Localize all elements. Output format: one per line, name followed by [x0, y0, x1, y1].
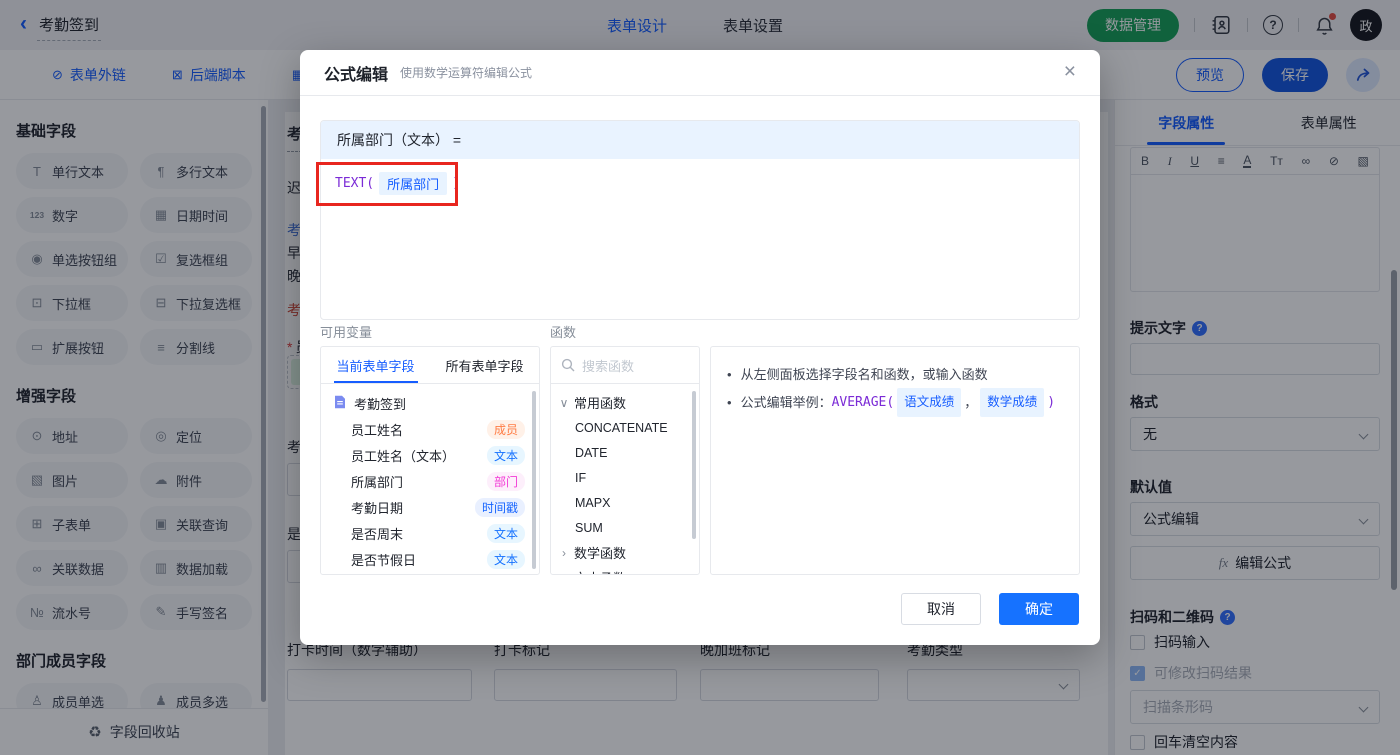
function-item[interactable]: CONCATENATE — [551, 415, 699, 440]
chevron-right-icon: › — [562, 545, 566, 560]
function-group-label: 文本函数 — [574, 568, 626, 574]
variable-type-badge: 时间戳 — [474, 497, 525, 517]
variable-type-badge: 成员 — [486, 419, 525, 439]
tab-all-form-fields[interactable]: 所有表单字段 — [430, 347, 539, 383]
variable-type-badge: 部门 — [486, 471, 525, 491]
function-group[interactable]: ∨ 常用函数 — [551, 390, 699, 415]
example-function-close: ) — [1047, 395, 1056, 410]
function-item[interactable]: SUM — [551, 515, 699, 540]
formula-expression[interactable]: TEXT( 所属部门 ) — [321, 159, 1079, 208]
search-placeholder: 搜索函数 — [582, 358, 635, 374]
variable-name: 考勤日期 — [351, 500, 404, 516]
variable-name: 所属部门 — [351, 474, 404, 490]
dialog-subtitle: 使用数学运算符编辑公式 — [400, 66, 533, 80]
tip-item: • 从左侧面板选择字段名和函数，或输入函数 — [727, 361, 1063, 388]
formula-target-row: 所属部门（文本） = — [321, 121, 1079, 159]
form-node-label: 考勤签到 — [354, 396, 407, 412]
form-node[interactable]: 考勤签到 — [321, 390, 539, 416]
variable-type-badge: 文本 — [486, 523, 525, 543]
example-field-chip: 语文成绩 — [897, 388, 962, 417]
variable-row[interactable]: 员工姓名（文本） 文本 — [321, 442, 539, 468]
chevron-right-icon: › — [559, 571, 569, 575]
variable-name: 员工姓名（文本） — [351, 448, 456, 464]
app-window: ‹ 考勤签到 表单设计 表单设置 数据管理 ? 政 ⊘ 表单外链 ⊠ 后端脚本 … — [0, 0, 1400, 755]
formula-editor-box[interactable]: 所属部门（文本） = TEXT( 所属部门 ) — [320, 120, 1080, 320]
variables-label: 可用变量 — [320, 325, 373, 340]
function-group[interactable]: › 数学函数 — [551, 540, 699, 565]
chevron-down-icon: ∨ — [559, 395, 569, 410]
dialog-header: 公式编辑 使用数学运算符编辑公式 — [300, 50, 1100, 96]
variable-name: 员工姓名 — [351, 422, 404, 438]
formula-editor-dialog: 公式编辑 使用数学运算符编辑公式 × 所属部门（文本） = TEXT( 所属部门… — [300, 50, 1100, 645]
field-chip[interactable]: 所属部门 — [379, 172, 448, 195]
bullet-icon: • — [727, 367, 732, 382]
functions-label: 函数 — [550, 325, 577, 340]
example-field-chip: 数学成绩 — [980, 388, 1045, 417]
variable-name: 是否节假日 — [351, 552, 417, 568]
variables-panel: 当前表单字段 所有表单字段 考勤签到 员工姓名 成员 员工姓名（文本） 文本 所属部门 部门考… — [320, 346, 540, 575]
function-group[interactable]: › 文本函数 — [551, 565, 699, 575]
function-item[interactable]: DATE — [551, 440, 699, 465]
variable-type-badge: 文本 — [486, 549, 525, 569]
search-icon — [561, 358, 575, 372]
tab-current-form-fields[interactable]: 当前表单字段 — [321, 347, 430, 383]
function-item[interactable]: MAPX — [551, 490, 699, 515]
function-group-label: 常用函数 — [574, 396, 627, 411]
variable-type-badge: 文本 — [486, 445, 525, 465]
variable-row[interactable]: 考勤日期 时间戳 — [321, 494, 539, 520]
dialog-title: 公式编辑 — [324, 66, 389, 84]
function-item[interactable]: IF — [551, 465, 699, 490]
variable-row[interactable]: 是否周末 文本 — [321, 520, 539, 546]
close-icon[interactable]: × — [1064, 61, 1076, 82]
cancel-button[interactable]: 取消 — [901, 593, 981, 625]
functions-scrollbar[interactable] — [692, 391, 696, 539]
function-search-input[interactable]: 搜索函数 — [551, 347, 699, 384]
variable-row[interactable]: 是否节假日 文本 — [321, 546, 539, 572]
example-function-open: AVERAGE( — [831, 395, 895, 410]
formula-function-close: ) — [452, 176, 460, 191]
variable-row[interactable]: 员工姓名 成员 — [321, 416, 539, 442]
variable-name: 是否周末 — [351, 526, 404, 542]
function-group-label: 数学函数 — [574, 546, 627, 561]
formula-function-open: TEXT( — [335, 176, 375, 191]
functions-panel: 搜索函数 ∨常用函数CONCATENATEDATEIFMAPXSUM›数学函数›… — [550, 346, 700, 575]
variables-scrollbar[interactable] — [532, 391, 536, 569]
tips-panel: • 从左侧面板选择字段名和函数，或输入函数 • 公式编辑举例： AVERAGE(语文成绩… — [710, 346, 1080, 575]
confirm-button[interactable]: 确定 — [999, 593, 1079, 625]
document-icon — [333, 395, 347, 412]
tip-example: • 公式编辑举例： AVERAGE(语文成绩，数学成绩) — [727, 388, 1063, 417]
bullet-icon: • — [727, 395, 732, 410]
variable-row[interactable]: 所属部门 部门 — [321, 468, 539, 494]
